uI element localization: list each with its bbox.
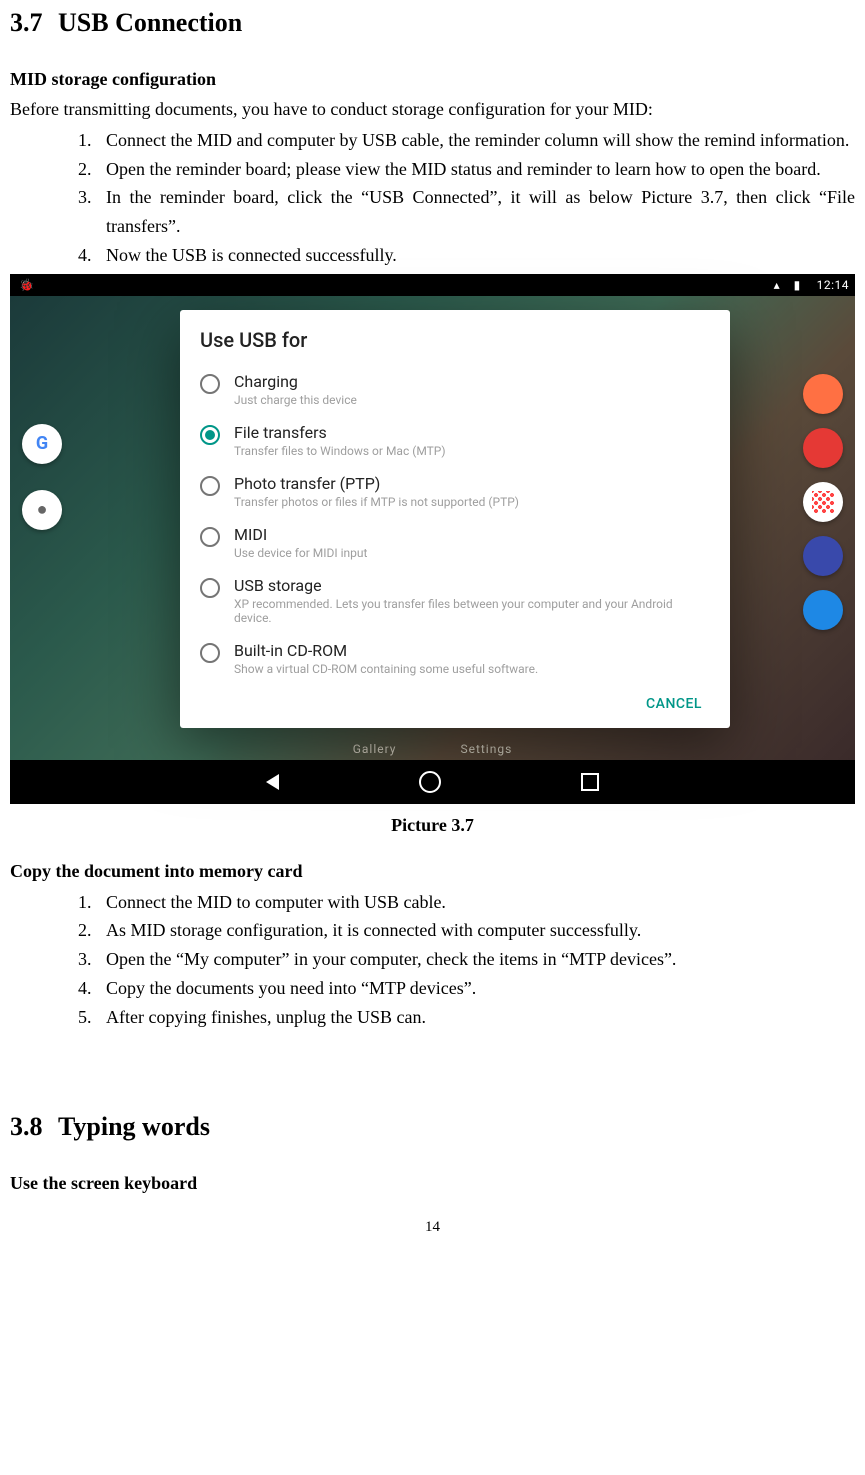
google-search-icon[interactable]: G: [22, 424, 62, 464]
list1-item-2: Open the reminder board; please view the…: [78, 155, 855, 184]
option-desc: Just charge this device: [234, 393, 357, 407]
debug-icon: [19, 278, 33, 292]
option-usb-storage[interactable]: USB storage XP recommended. Lets you tra…: [200, 568, 710, 633]
radio-unchecked-icon: [200, 476, 220, 496]
status-time: 12:14: [817, 278, 849, 292]
option-label: Charging: [234, 372, 357, 391]
android-screenshot: 12:14 G ● Gallery Settings Use USB for C…: [10, 274, 855, 804]
section-38-heading: 3.8Typing words: [10, 1112, 855, 1142]
option-desc: Use device for MIDI input: [234, 546, 367, 560]
copy-doc-subhead: Copy the document into memory card: [10, 858, 855, 886]
list1-item-3: In the reminder board, click the “USB Co…: [78, 183, 855, 241]
apps-drawer-icon[interactable]: [803, 482, 843, 522]
radio-unchecked-icon: [200, 374, 220, 394]
list2-item-5: After copying finishes, unplug the USB c…: [78, 1003, 855, 1032]
section-37-number: 3.7: [10, 8, 58, 38]
nav-bar: [10, 760, 855, 804]
list2-item-4: Copy the documents you need into “MTP de…: [78, 974, 855, 1003]
option-desc: Transfer photos or files if MTP is not s…: [234, 495, 519, 509]
option-file-transfers[interactable]: File transfers Transfer files to Windows…: [200, 415, 710, 466]
option-ptp[interactable]: Photo transfer (PTP) Transfer photos or …: [200, 466, 710, 517]
dialog-title: Use USB for: [200, 328, 710, 352]
list1-item-1: Connect the MID and computer by USB cabl…: [78, 126, 855, 155]
intro-text: Before transmitting documents, you have …: [10, 96, 855, 124]
section-37-title: USB Connection: [58, 8, 242, 37]
mid-storage-subhead: MID storage configuration: [10, 66, 855, 94]
app-icon-1[interactable]: [803, 374, 843, 414]
gallery-label: Gallery: [353, 742, 397, 756]
list1-item-4: Now the USB is connected successfully.: [78, 241, 855, 270]
option-desc: Transfer files to Windows or Mac (MTP): [234, 444, 446, 458]
option-label: USB storage: [234, 576, 710, 595]
home-button-icon[interactable]: [419, 771, 441, 793]
storage-config-list: Connect the MID and computer by USB cabl…: [10, 126, 855, 270]
list2-item-3: Open the “My computer” in your computer,…: [78, 945, 855, 974]
list2-item-1: Connect the MID to computer with USB cab…: [78, 888, 855, 917]
app-icon-2[interactable]: [803, 428, 843, 468]
use-usb-dialog: Use USB for Charging Just charge this de…: [180, 310, 730, 728]
list2-item-2: As MID storage configuration, it is conn…: [78, 916, 855, 945]
section-38-number: 3.8: [10, 1112, 58, 1142]
radio-unchecked-icon: [200, 643, 220, 663]
option-midi[interactable]: MIDI Use device for MIDI input: [200, 517, 710, 568]
section-38-title: Typing words: [58, 1112, 210, 1141]
option-label: Photo transfer (PTP): [234, 474, 519, 493]
settings-label: Settings: [460, 742, 512, 756]
option-label: MIDI: [234, 525, 367, 544]
option-charging[interactable]: Charging Just charge this device: [200, 364, 710, 415]
signal-icon: [774, 278, 788, 292]
option-label: Built-in CD-ROM: [234, 641, 538, 660]
battery-icon: [794, 278, 808, 292]
copy-doc-list: Connect the MID to computer with USB cab…: [10, 888, 855, 1032]
cancel-button[interactable]: CANCEL: [638, 690, 710, 718]
recent-button-icon[interactable]: [581, 773, 599, 791]
picture-caption: Picture 3.7: [10, 812, 855, 840]
dialog-actions: CANCEL: [200, 684, 710, 720]
voice-search-icon[interactable]: ●: [22, 490, 62, 530]
phone-icon[interactable]: [803, 590, 843, 630]
option-desc: Show a virtual CD-ROM containing some us…: [234, 662, 538, 676]
radio-unchecked-icon: [200, 527, 220, 547]
radio-unchecked-icon: [200, 578, 220, 598]
home-app-labels: Gallery Settings: [10, 742, 855, 756]
section-37-heading: 3.7USB Connection: [10, 8, 855, 38]
option-label: File transfers: [234, 423, 446, 442]
page-number: 14: [10, 1219, 855, 1236]
option-cdrom[interactable]: Built-in CD-ROM Show a virtual CD-ROM co…: [200, 633, 710, 684]
back-button-icon[interactable]: [266, 774, 279, 790]
contacts-icon[interactable]: [803, 536, 843, 576]
status-bar: 12:14: [10, 274, 855, 296]
right-dock: [803, 374, 843, 630]
option-desc: XP recommended. Lets you transfer files …: [234, 597, 710, 625]
radio-checked-icon: [200, 425, 220, 445]
left-app-shortcuts: G ●: [22, 424, 62, 530]
screen-keyboard-subhead: Use the screen keyboard: [10, 1170, 855, 1198]
